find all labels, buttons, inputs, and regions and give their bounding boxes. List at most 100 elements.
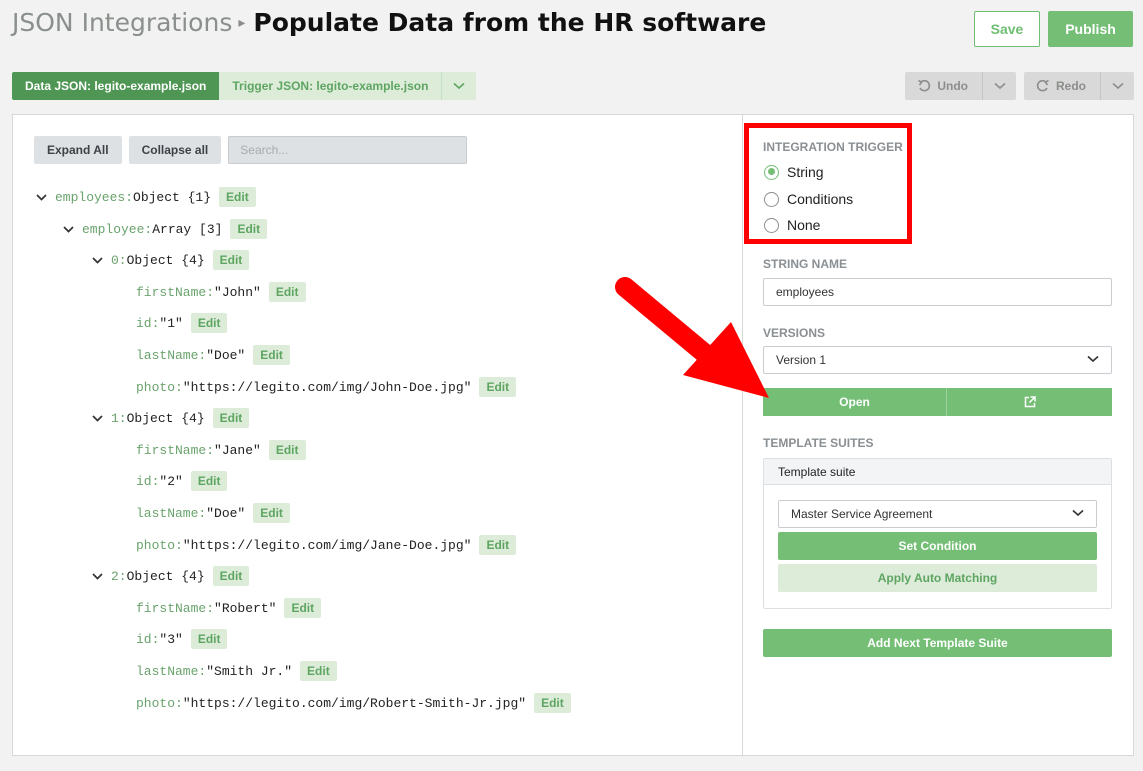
- chevron-down-icon: [453, 82, 465, 90]
- tree-node: lastName: "Smith Jr." Edit: [136, 660, 337, 682]
- tree-node-key: firstName:: [136, 442, 215, 458]
- versions-select[interactable]: Version 1: [763, 346, 1112, 374]
- edit-button[interactable]: Edit: [190, 313, 228, 333]
- tree-node-value: Object {4}: [126, 568, 205, 584]
- tree-node-key: 0:: [111, 252, 127, 268]
- undo-button[interactable]: Undo: [905, 72, 982, 100]
- tree-node-value: "Doe": [206, 347, 246, 363]
- page-header: JSON Integrations ▸ Populate Data from t…: [12, 4, 766, 40]
- tree-node[interactable]: 0: Object {4} Edit: [90, 249, 250, 271]
- open-button-group: Open: [763, 388, 1112, 416]
- tree-node-key: id:: [136, 315, 160, 331]
- chevron-down-icon: [1087, 355, 1099, 363]
- external-link-icon: [1024, 396, 1036, 408]
- template-suite-select[interactable]: Master Service Agreement: [778, 500, 1097, 528]
- tree-node-value: Array [3]: [152, 221, 223, 237]
- tree-node-key: photo:: [136, 537, 183, 553]
- panel-divider: [742, 115, 743, 755]
- edit-button[interactable]: Edit: [190, 471, 228, 491]
- edit-button[interactable]: Edit: [253, 345, 290, 365]
- edit-button[interactable]: Edit: [479, 377, 517, 397]
- tab-trigger-json[interactable]: Trigger JSON: legito-example.json: [219, 72, 442, 100]
- edit-button[interactable]: Edit: [268, 282, 306, 302]
- redo-button[interactable]: Redo: [1024, 72, 1100, 100]
- edit-button[interactable]: Edit: [253, 503, 290, 523]
- tree-node-value: "3": [159, 631, 183, 647]
- redo-group: Redo: [1024, 72, 1134, 100]
- string-name-field[interactable]: employees: [763, 278, 1112, 306]
- edit-button[interactable]: Edit: [219, 187, 256, 207]
- tree-node[interactable]: employee: Array [3] Edit: [61, 218, 268, 240]
- expand-all-button[interactable]: Expand All: [34, 136, 122, 164]
- json-tabs: Data JSON: legito-example.json Trigger J…: [12, 72, 477, 100]
- tree-node: id: "2" Edit: [136, 470, 228, 492]
- chevron-down-icon: [1111, 82, 1124, 90]
- chevron-down-icon[interactable]: [34, 193, 48, 201]
- publish-button[interactable]: Publish: [1048, 11, 1133, 47]
- header-actions: Save Publish: [974, 11, 1133, 47]
- redo-label: Redo: [1056, 79, 1086, 93]
- tree-node-key: lastName:: [136, 347, 207, 363]
- tree-node[interactable]: 1: Object {4} Edit: [90, 407, 250, 429]
- undo-icon: [918, 79, 931, 92]
- chevron-down-icon[interactable]: [90, 256, 104, 264]
- chevron-down-icon: [993, 82, 1006, 90]
- tree-node-key: 2:: [111, 568, 127, 584]
- add-next-template-suite-button[interactable]: Add Next Template Suite: [763, 629, 1112, 657]
- collapse-all-button[interactable]: Collapse all: [128, 136, 222, 164]
- search-input[interactable]: Search...: [228, 136, 468, 164]
- highlight-annotation-box: [744, 123, 912, 244]
- edit-button[interactable]: Edit: [284, 598, 322, 618]
- redo-dropdown-button[interactable]: [1100, 72, 1134, 100]
- edit-button[interactable]: Edit: [212, 250, 250, 270]
- tree-node-key: photo:: [136, 379, 183, 395]
- tree-node-value: "https://legito.com/img/Jane-Doe.jpg": [182, 537, 472, 553]
- tree-node-value: Object {1}: [133, 189, 212, 205]
- edit-button[interactable]: Edit: [212, 408, 250, 428]
- versions-selected-value: Version 1: [776, 353, 827, 367]
- apply-auto-matching-button[interactable]: Apply Auto Matching: [778, 564, 1097, 592]
- tree-node-key: id:: [136, 631, 160, 647]
- undo-dropdown-button[interactable]: [982, 72, 1016, 100]
- chevron-down-icon[interactable]: [90, 414, 104, 422]
- tree-node-key: lastName:: [136, 505, 207, 521]
- tree-node: lastName: "Doe" Edit: [136, 502, 290, 524]
- open-button[interactable]: Open: [763, 388, 947, 416]
- tree-node-value: "2": [159, 473, 183, 489]
- chevron-down-icon: [1072, 509, 1084, 517]
- edit-button[interactable]: Edit: [230, 219, 268, 239]
- save-button[interactable]: Save: [974, 11, 1040, 47]
- template-suites-label: TEMPLATE SUITES: [763, 436, 874, 450]
- template-suite-title: Template suite: [764, 459, 1111, 485]
- edit-button[interactable]: Edit: [479, 535, 517, 555]
- set-condition-button[interactable]: Set Condition: [778, 532, 1097, 560]
- tab-dropdown-button[interactable]: [441, 72, 477, 100]
- chevron-down-icon[interactable]: [90, 572, 104, 580]
- tree-node-key: firstName:: [136, 600, 215, 616]
- tree-node[interactable]: 2: Object {4} Edit: [90, 565, 250, 587]
- edit-button[interactable]: Edit: [268, 440, 306, 460]
- edit-button[interactable]: Edit: [300, 661, 337, 681]
- tree-node: lastName: "Doe" Edit: [136, 344, 290, 366]
- tree-node-key: photo:: [136, 695, 183, 711]
- tree-node: photo: "https://legito.com/img/Robert-Sm…: [136, 692, 571, 714]
- chevron-down-icon[interactable]: [61, 225, 75, 233]
- tree-node: photo: "https://legito.com/img/John-Doe.…: [136, 376, 517, 398]
- tree-node[interactable]: employees: Object {1} Edit: [34, 186, 256, 208]
- tree-node-value: "Robert": [214, 600, 277, 616]
- tree-node-value: "https://legito.com/img/John-Doe.jpg": [182, 379, 472, 395]
- edit-button[interactable]: Edit: [190, 629, 228, 649]
- open-external-button[interactable]: [947, 388, 1112, 416]
- page-title: Populate Data from the HR software: [253, 7, 767, 37]
- tree-node-value: "1": [159, 315, 183, 331]
- red-arrow-annotation-icon: [615, 277, 769, 398]
- history-controls: Undo Redo: [905, 72, 1134, 100]
- tree-node-key: lastName:: [136, 663, 207, 679]
- tree-node-key: employee:: [82, 221, 153, 237]
- edit-button[interactable]: Edit: [212, 566, 250, 586]
- string-name-label: STRING NAME: [763, 257, 847, 271]
- edit-button[interactable]: Edit: [534, 693, 571, 713]
- template-suite-selected-value: Master Service Agreement: [791, 507, 933, 521]
- breadcrumb[interactable]: JSON Integrations: [12, 8, 232, 37]
- tab-data-json[interactable]: Data JSON: legito-example.json: [12, 72, 220, 100]
